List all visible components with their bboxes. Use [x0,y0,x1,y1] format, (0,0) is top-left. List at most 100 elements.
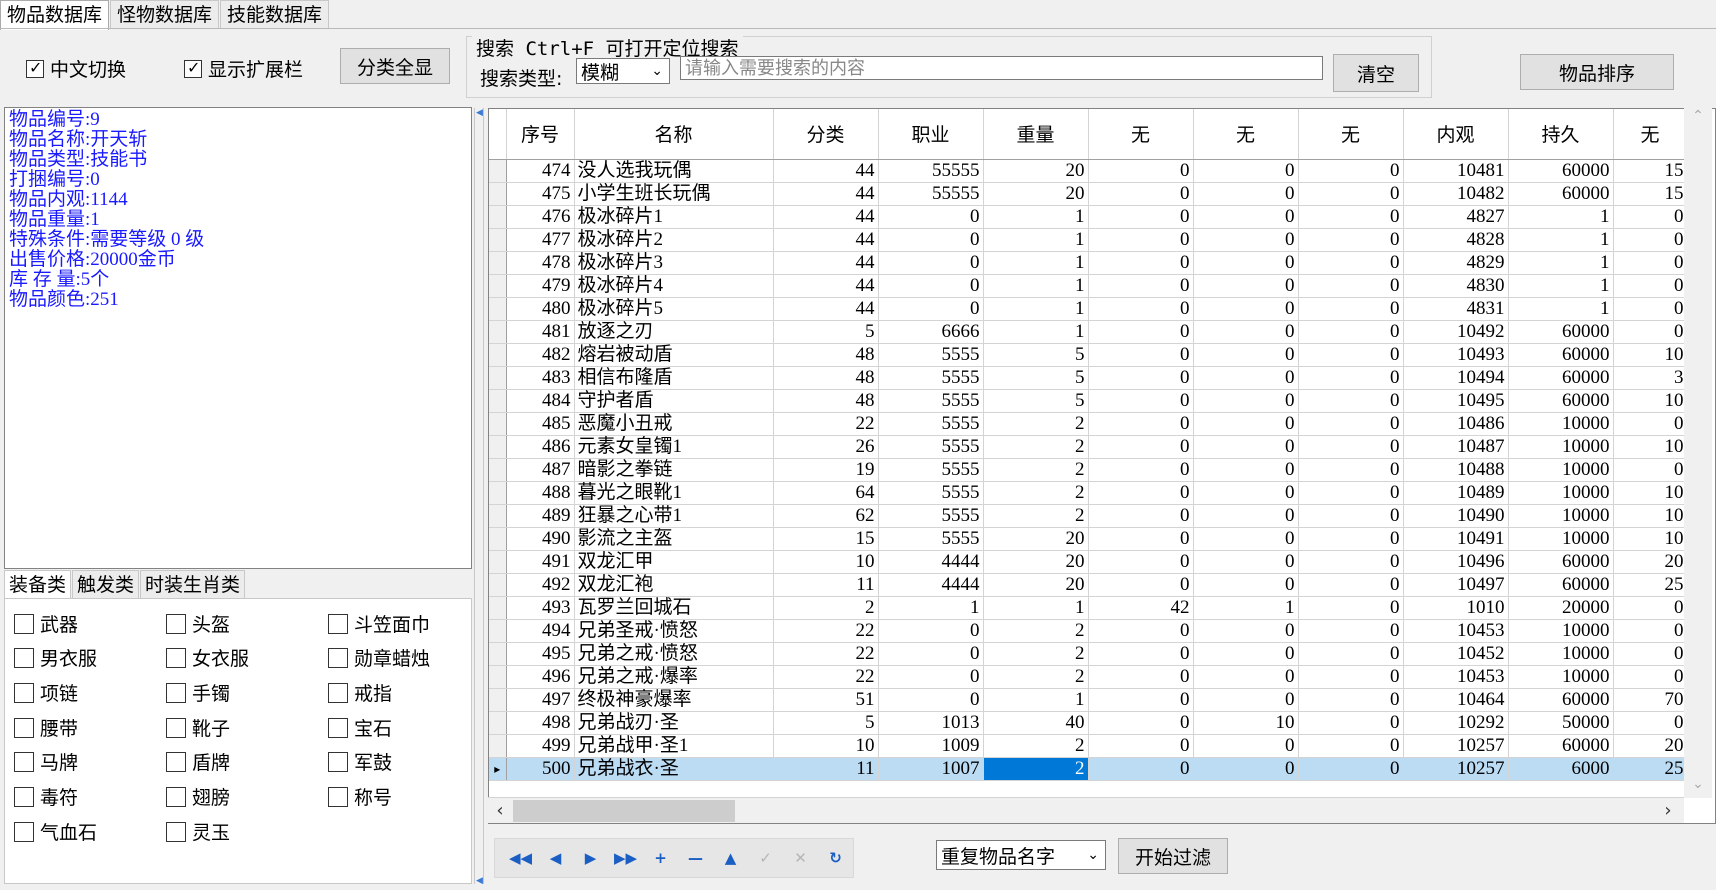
table-cell[interactable]: 480 [506,297,575,321]
table-cell[interactable]: 0 [1193,550,1299,574]
table-cell[interactable]: 5555 [878,481,984,505]
row-indicator[interactable] [489,412,507,436]
table-cell[interactable]: 10000 [1508,458,1614,482]
tab-equipment[interactable]: 装备类 [4,570,72,598]
table-cell[interactable]: 守护者盾 [574,389,774,413]
table-cell[interactable]: 1 [983,320,1089,344]
checkbox-box[interactable] [328,682,348,703]
table-cell[interactable]: 55555 [878,182,984,206]
table-cell[interactable]: 0 [1193,389,1299,413]
table-cell[interactable]: 终极神豪爆率 [574,688,774,712]
category-checkbox[interactable]: 头盔 [166,610,230,637]
table-cell[interactable]: 1 [1508,274,1614,298]
row-indicator[interactable] [489,435,507,459]
table-cell[interactable]: 3 [1613,366,1688,390]
table-cell[interactable]: 0 [1088,182,1194,206]
table-cell[interactable]: 4444 [878,550,984,574]
table-cell[interactable]: 2 [773,596,879,620]
table-cell[interactable]: 0 [1298,550,1404,574]
column-header[interactable]: 无 [1088,109,1194,160]
table-cell[interactable]: 15 [1613,159,1688,183]
tab-item-database[interactable]: 物品数据库 [0,0,110,30]
column-header[interactable]: 序号 [506,109,575,160]
table-row[interactable]: 492 双龙汇袍 11 4444 20 0 0 0 10497 60000 25 [489,573,1688,597]
table-cell[interactable]: 5 [983,366,1089,390]
table-cell[interactable]: 497 [506,688,575,712]
table-cell[interactable]: 10 [1613,389,1688,413]
horizontal-scroll-thumb[interactable] [513,800,735,822]
table-row[interactable]: 476 极冰碎片1 44 0 1 0 0 0 4827 1 0 [489,205,1688,229]
table-cell[interactable]: 0 [1613,665,1688,689]
table-cell[interactable]: 0 [1088,228,1194,252]
table-cell[interactable]: 60000 [1508,159,1614,183]
table-cell[interactable]: 兄弟圣戒·愤怒 [574,619,774,643]
table-cell[interactable]: 0 [1088,205,1194,229]
table-cell[interactable]: 48 [773,389,879,413]
table-row[interactable]: 477 极冰碎片2 44 0 1 0 0 0 4828 1 0 [489,228,1688,252]
table-cell[interactable]: 0 [1298,297,1404,321]
show-extension-checkbox[interactable]: 显示扩展栏 [184,55,303,82]
table-cell[interactable]: 495 [506,642,575,666]
table-cell[interactable]: 0 [1613,297,1688,321]
table-cell[interactable]: 2 [983,435,1089,459]
table-cell[interactable]: 0 [1193,757,1299,781]
row-indicator[interactable] [489,481,507,505]
table-cell[interactable]: 兄弟战衣·圣 [574,757,774,781]
table-cell[interactable]: 0 [1088,527,1194,551]
table-cell[interactable]: 1009 [878,734,984,758]
table-cell[interactable]: 0 [1193,688,1299,712]
table-cell[interactable]: 44 [773,182,879,206]
category-checkbox[interactable]: 靴子 [166,714,230,741]
panel-splitter[interactable]: ◀ ◀ [474,108,484,886]
row-indicator[interactable] [489,274,507,298]
table-cell[interactable]: 10 [1193,711,1299,735]
table-cell[interactable]: 22 [773,642,879,666]
table-cell[interactable]: 0 [1193,458,1299,482]
table-cell[interactable]: 10000 [1508,527,1614,551]
category-checkbox[interactable]: 女衣服 [166,644,249,671]
filter-mode-select[interactable]: 重复物品名字 ⌄ [936,840,1106,870]
table-cell[interactable]: 0 [1193,665,1299,689]
row-indicator[interactable] [489,596,507,620]
table-cell[interactable]: 0 [1613,596,1688,620]
table-cell[interactable]: 0 [878,297,984,321]
table-row[interactable]: 479 极冰碎片4 44 0 1 0 0 0 4830 1 0 [489,274,1688,298]
table-row[interactable]: 497 终极神豪爆率 51 0 1 0 0 0 10464 60000 70 [489,688,1688,712]
row-indicator[interactable] [489,688,507,712]
tab-trigger[interactable]: 触发类 [72,570,140,598]
table-cell[interactable]: 0 [1193,182,1299,206]
table-cell[interactable]: 0 [878,642,984,666]
table-cell[interactable]: 0 [1298,366,1404,390]
table-cell[interactable]: 1 [878,596,984,620]
scroll-right-icon[interactable]: › [1658,798,1678,824]
table-cell[interactable]: 0 [878,205,984,229]
table-cell[interactable]: 498 [506,711,575,735]
table-cell[interactable]: 1 [1193,596,1299,620]
table-row[interactable]: 495 兄弟之戒·愤怒 22 0 2 0 0 0 10452 10000 0 [489,642,1688,666]
table-cell[interactable]: 0 [1298,573,1404,597]
checkbox-box[interactable] [328,751,348,772]
table-cell[interactable]: 10292 [1403,711,1509,735]
checkbox-box[interactable] [328,647,348,668]
table-cell[interactable]: 40 [983,711,1089,735]
table-cell[interactable]: 20 [1613,550,1688,574]
table-cell[interactable]: 10 [1613,481,1688,505]
table-cell[interactable]: 1 [1508,205,1614,229]
table-cell[interactable]: 2 [983,504,1089,528]
column-header[interactable]: 名称 [574,109,774,160]
table-cell[interactable]: 0 [1613,274,1688,298]
table-cell[interactable]: 60000 [1508,550,1614,574]
table-cell[interactable]: 0 [1298,688,1404,712]
table-cell[interactable]: 0 [1298,504,1404,528]
column-header[interactable]: 重量 [983,109,1089,160]
table-cell[interactable]: 10000 [1508,642,1614,666]
table-row[interactable]: 496 兄弟之戒·爆率 22 0 2 0 0 0 10453 10000 0 [489,665,1688,689]
table-cell[interactable]: 0 [1298,320,1404,344]
table-cell[interactable]: 1 [983,251,1089,275]
search-type-select[interactable]: 模糊 ⌄ [576,58,670,84]
category-checkbox[interactable]: 斗笠面巾 [328,610,430,637]
collapse-left-icon[interactable]: ◀ [476,108,483,118]
table-cell[interactable]: 0 [1088,389,1194,413]
category-checkbox[interactable]: 武器 [14,610,78,637]
table-cell[interactable]: 0 [1088,665,1194,689]
